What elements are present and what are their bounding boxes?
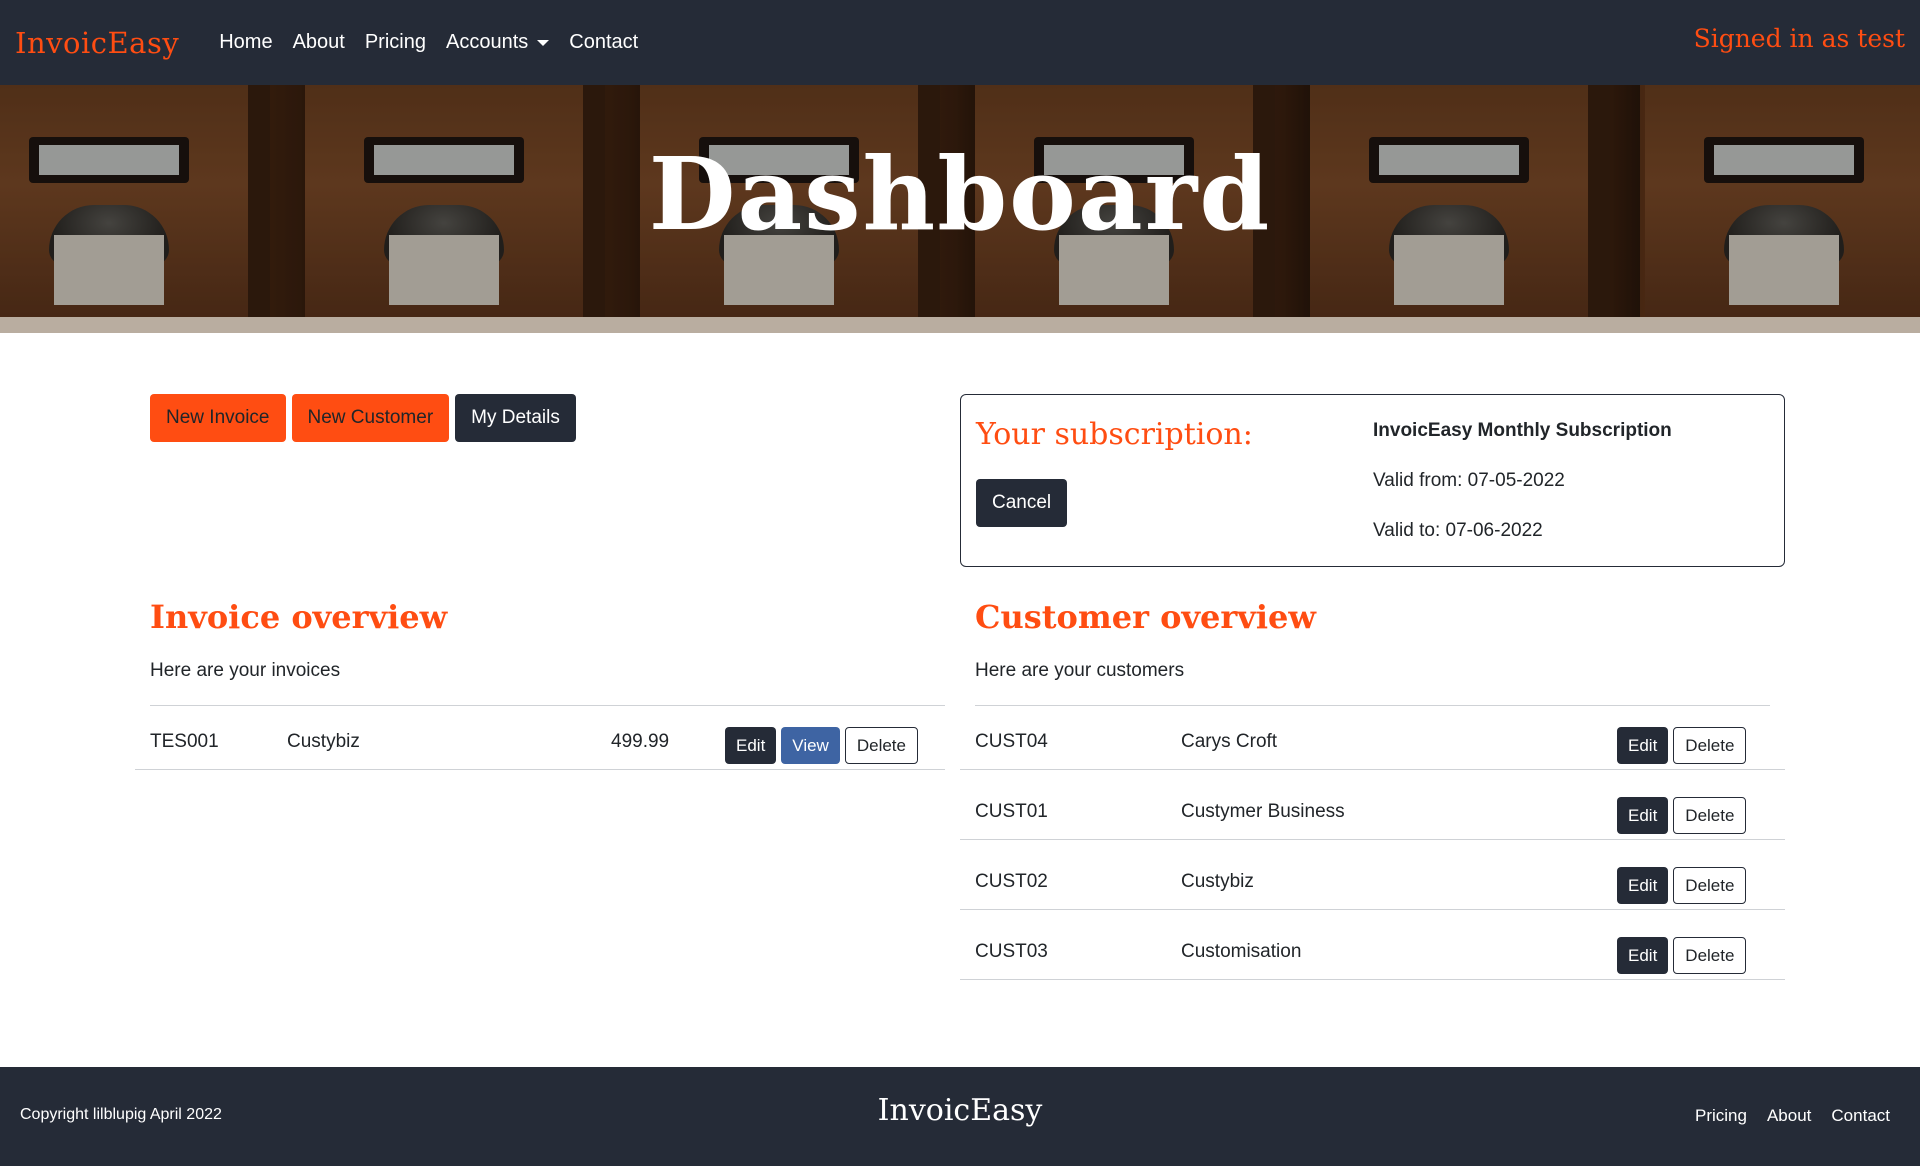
new-invoice-button[interactable]: New Invoice — [150, 394, 286, 442]
divider — [150, 705, 945, 706]
divider — [135, 769, 945, 770]
invoice-row-actions: Edit View Delete — [725, 727, 918, 764]
subscription-card: Your subscription: Cancel InvoicEasy Mon… — [960, 394, 1785, 567]
nav-about[interactable]: About — [293, 31, 345, 54]
customer-row-actions: Edit Delete — [1617, 937, 1747, 974]
nav-accounts-dropdown[interactable]: Accounts — [445, 31, 550, 54]
caret-down-icon — [537, 39, 550, 46]
delete-invoice-button[interactable]: Delete — [844, 727, 918, 764]
customer-row-actions: Edit Delete — [1617, 727, 1747, 764]
invoice-overview-title: Invoice overview — [150, 598, 448, 636]
delete-customer-button[interactable]: Delete — [1673, 867, 1747, 904]
my-details-button[interactable]: My Details — [455, 394, 576, 442]
subscription-valid-to: Valid to: 07-06-2022 — [1373, 520, 1543, 541]
navbar: InvoicEasy Home About Pricing Accounts C… — [0, 0, 1920, 85]
customer-overview-title: Customer overview — [975, 598, 1316, 636]
edit-customer-button[interactable]: Edit — [1617, 727, 1669, 764]
hero-bottom-strip — [0, 317, 1920, 333]
customer-id: CUST02 — [975, 871, 1048, 892]
edit-customer-button[interactable]: Edit — [1617, 797, 1669, 834]
customer-name: Customisation — [1181, 941, 1302, 962]
edit-customer-button[interactable]: Edit — [1617, 937, 1669, 974]
invoice-customer: Custybiz — [287, 731, 360, 752]
subscription-title: Your subscription: — [976, 417, 1253, 452]
customer-overview-subtitle: Here are your customers — [975, 660, 1185, 681]
customer-name: Carys Croft — [1181, 731, 1278, 752]
delete-customer-button[interactable]: Delete — [1673, 937, 1747, 974]
nav-contact[interactable]: Contact — [569, 31, 638, 54]
brand-logo[interactable]: InvoicEasy — [15, 26, 179, 60]
nav-pricing[interactable]: Pricing — [365, 31, 426, 54]
footer-brand-logo: InvoicEasy — [877, 1093, 1043, 1128]
action-buttons: New Invoice New Customer My Details — [150, 394, 576, 442]
invoice-id: TES001 — [150, 731, 219, 752]
cancel-subscription-button[interactable]: Cancel — [976, 479, 1068, 527]
divider — [960, 839, 1785, 840]
customer-name: Custybiz — [1181, 871, 1254, 892]
divider — [960, 769, 1785, 770]
customer-name: Custymer Business — [1181, 801, 1345, 822]
nav-accounts-label: Accounts — [445, 31, 529, 53]
page-title: Dashboard — [648, 135, 1272, 253]
divider — [960, 979, 1785, 980]
divider — [975, 705, 1770, 706]
customer-id: CUST03 — [975, 941, 1048, 962]
subscription-plan-name: InvoicEasy Monthly Subscription — [1373, 420, 1672, 441]
invoice-amount: 499.99 — [611, 731, 670, 752]
subscription-valid-from: Valid from: 07-05-2022 — [1373, 470, 1565, 491]
edit-customer-button[interactable]: Edit — [1617, 867, 1669, 904]
customer-row-actions: Edit Delete — [1617, 797, 1747, 834]
customer-id: CUST04 — [975, 731, 1048, 752]
customer-row-actions: Edit Delete — [1617, 867, 1747, 904]
footer: Copyright lilblupig April 2022 InvoicEas… — [0, 1067, 1920, 1166]
nav-home[interactable]: Home — [219, 31, 272, 54]
hero-banner: Dashboard — [0, 85, 1920, 333]
divider — [960, 909, 1785, 910]
footer-link-pricing[interactable]: Pricing — [1695, 1106, 1747, 1126]
signed-in-status: Signed in as test — [1693, 24, 1905, 53]
customer-id: CUST01 — [975, 801, 1048, 822]
invoice-overview-subtitle: Here are your invoices — [150, 660, 341, 681]
footer-link-about[interactable]: About — [1767, 1106, 1811, 1126]
new-customer-button[interactable]: New Customer — [291, 394, 450, 442]
edit-invoice-button[interactable]: Edit — [725, 727, 777, 764]
delete-customer-button[interactable]: Delete — [1673, 797, 1747, 834]
footer-links: Pricing About Contact — [1695, 1106, 1890, 1126]
view-invoice-button[interactable]: View — [781, 727, 840, 764]
footer-link-contact[interactable]: Contact — [1831, 1106, 1890, 1126]
delete-customer-button[interactable]: Delete — [1673, 727, 1747, 764]
